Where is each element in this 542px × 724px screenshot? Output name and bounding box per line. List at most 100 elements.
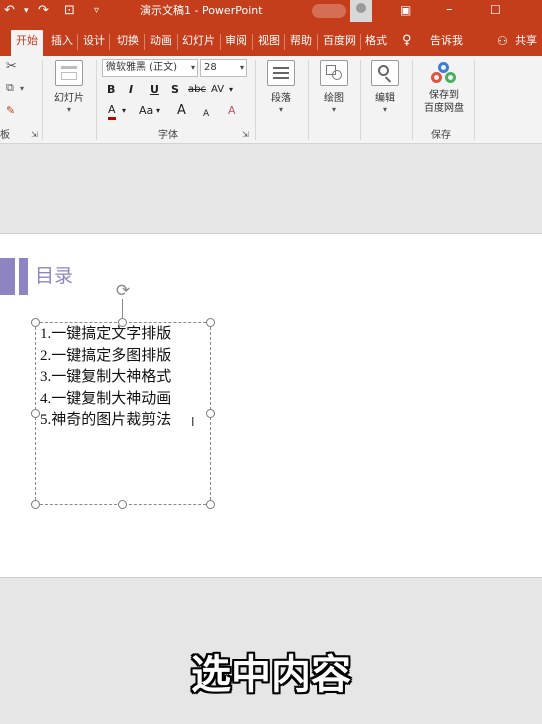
font-name-value: 微软雅黑 (正文)	[106, 62, 177, 73]
tab-divider	[360, 34, 361, 50]
clipboard-group-label: 板	[0, 130, 10, 141]
copy-dropdown-icon[interactable]: ▾	[20, 82, 24, 96]
avatar[interactable]	[350, 0, 372, 22]
group-divider	[255, 60, 256, 140]
cut-icon[interactable]: ✂	[6, 60, 17, 74]
tab-animations[interactable]: 动画	[150, 30, 172, 54]
list-item[interactable]: 5.神奇的图片裁剪法	[40, 410, 210, 432]
chevron-down-icon: ▾	[278, 105, 283, 114]
lightbulb-icon[interactable]: ♀	[402, 30, 412, 54]
customize-quick-access-button[interactable]: ▿	[94, 2, 99, 20]
bold-button[interactable]: B	[107, 82, 115, 98]
rotate-handle-icon[interactable]: ⟳	[113, 281, 133, 301]
tab-slideshow[interactable]: 幻灯片	[182, 30, 215, 54]
title-accent-bar-thin	[19, 258, 28, 295]
agenda-list[interactable]: 1.一键搞定文字排版 2.一键搞定多图排版 3.一键复制大神格式 4.一键复制大…	[40, 324, 210, 432]
resize-handle-top-left[interactable]	[31, 318, 40, 327]
drawing-button-label: 绘图	[324, 93, 344, 104]
window-title: 演示文稿1 - PowerPoint	[140, 4, 263, 17]
slide-heading[interactable]: 目录	[35, 264, 73, 288]
clear-formatting-button[interactable]: A	[228, 103, 236, 119]
workspace-top	[0, 145, 542, 233]
tab-home[interactable]: 开始	[11, 30, 43, 56]
maximize-button[interactable]: ☐	[490, 1, 501, 19]
chevron-down-icon[interactable]: ▾	[156, 103, 160, 119]
tab-divider	[284, 34, 285, 50]
chevron-down-icon: ▾	[239, 63, 244, 72]
resize-handle-bottom-right[interactable]	[206, 500, 215, 509]
tell-me-search[interactable]: 告诉我	[430, 30, 463, 54]
increase-font-size-button[interactable]: A	[177, 103, 186, 119]
tab-review[interactable]: 审阅	[225, 30, 247, 54]
tab-insert[interactable]: 插入	[51, 30, 73, 54]
chevron-down-icon: ▾	[66, 105, 71, 114]
paragraph-button-label: 段落	[271, 93, 291, 104]
tab-help[interactable]: 帮助	[290, 30, 312, 54]
tab-divider	[317, 34, 318, 50]
chevron-down-icon: ▾	[331, 105, 336, 114]
font-size-select[interactable]: 28 ▾	[200, 59, 247, 77]
font-launcher-icon[interactable]: ⇲	[242, 128, 249, 142]
tab-divider	[144, 34, 145, 50]
italic-button[interactable]: I	[129, 82, 133, 98]
minimize-button[interactable]: –	[446, 1, 453, 19]
chevron-down-icon[interactable]: ▾	[229, 82, 233, 98]
font-size-value: 28	[204, 62, 217, 73]
tab-divider	[220, 34, 221, 50]
decrease-font-size-button[interactable]: A	[203, 106, 209, 122]
list-item[interactable]: 3.一键复制大神格式	[40, 367, 210, 389]
group-divider	[412, 60, 413, 140]
format-painter-icon[interactable]: ✎	[6, 104, 15, 118]
group-divider	[360, 60, 361, 140]
list-item[interactable]: 2.一键搞定多图排版	[40, 346, 210, 368]
tab-baidu[interactable]: 百度网	[323, 30, 356, 54]
group-divider	[96, 60, 97, 140]
undo-button[interactable]: ↶	[4, 2, 15, 20]
title-accent-bar	[0, 258, 15, 295]
redo-button[interactable]: ↷	[38, 2, 49, 20]
resize-handle-bottom[interactable]	[118, 500, 127, 509]
editing-button[interactable]: 编辑 ▾	[362, 58, 408, 122]
shadow-button[interactable]: S	[171, 82, 179, 98]
chevron-down-icon[interactable]: ▾	[122, 103, 126, 119]
tab-design[interactable]: 设计	[83, 30, 105, 54]
resize-handle-bottom-left[interactable]	[31, 500, 40, 509]
video-caption: 选中内容	[191, 652, 351, 698]
slides-icon	[55, 60, 83, 86]
title-bar: ↶ ▾ ↷ ⊡ ▿ 演示文稿1 - PowerPoint ▣ – ☐	[0, 0, 542, 24]
list-item[interactable]: 4.一键复制大神动画	[40, 389, 210, 411]
font-color-button[interactable]: A	[108, 103, 116, 120]
list-item[interactable]: 1.一键搞定文字排版	[40, 324, 210, 346]
person-icon[interactable]: ⚇	[497, 30, 508, 54]
new-slide-button[interactable]: 幻灯片 ▾	[46, 58, 92, 122]
drawing-button[interactable]: 绘图 ▾	[311, 58, 357, 122]
rotate-handle-stem	[122, 299, 123, 319]
save-to-baidu-button[interactable]: 保存到 百度网盘	[418, 58, 470, 122]
clipboard-launcher-icon[interactable]: ⇲	[31, 128, 38, 142]
copy-icon[interactable]: ⧉	[6, 81, 14, 95]
undo-dropdown-icon[interactable]: ▾	[24, 2, 29, 20]
ribbon-display-options-icon[interactable]: ▣	[400, 1, 411, 19]
tab-view[interactable]: 视图	[258, 30, 280, 54]
character-spacing-button[interactable]: AV	[211, 82, 224, 98]
start-from-beginning-icon[interactable]: ⊡	[64, 2, 75, 20]
chevron-down-icon: ▾	[382, 105, 387, 114]
text-cursor-icon: I	[191, 415, 195, 429]
paragraph-button[interactable]: 段落 ▾	[258, 58, 304, 122]
change-case-button[interactable]: Aa	[139, 103, 153, 119]
paragraph-icon	[267, 60, 295, 86]
font-name-select[interactable]: 微软雅黑 (正文) ▾	[102, 59, 198, 77]
strikethrough-button[interactable]: abc	[188, 82, 206, 98]
save-group-label: 保存	[431, 130, 451, 141]
tab-divider	[109, 34, 110, 50]
underline-button[interactable]: U	[150, 82, 159, 98]
chevron-down-icon: ▾	[190, 63, 195, 72]
resize-handle-left[interactable]	[31, 409, 40, 418]
group-divider	[42, 60, 43, 140]
tab-transitions[interactable]: 切换	[117, 30, 139, 54]
share-button[interactable]: 共享	[515, 30, 537, 54]
group-divider	[308, 60, 309, 140]
tab-divider	[252, 34, 253, 50]
ribbon-home: ✂ ⧉ ▾ ✎ 板 ⇲ 幻灯片 ▾ 微软雅黑 (正文) ▾ 28 ▾ B I U…	[0, 56, 542, 144]
tab-format[interactable]: 格式	[365, 30, 387, 54]
